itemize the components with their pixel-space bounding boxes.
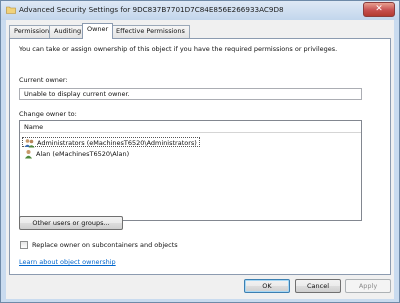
tab-auditing[interactable]: Auditing — [49, 25, 87, 38]
learn-about-ownership-link[interactable]: Learn about object ownership — [19, 258, 116, 266]
list-item-label: Administrators (eMachinesT6520\Administr… — [37, 139, 197, 147]
current-owner-field[interactable]: Unable to display current owner. — [19, 88, 362, 100]
group-icon — [24, 139, 35, 148]
change-owner-label: Change owner to: — [19, 110, 77, 118]
other-users-or-groups-button[interactable]: Other users or groups... — [19, 216, 123, 230]
ownership-intro-text: You can take or assign ownership of this… — [19, 45, 338, 53]
list-column-header-name[interactable]: Name — [20, 121, 361, 133]
replace-owner-label-text: Replace owner on subcontainers and objec… — [32, 241, 178, 249]
ok-button[interactable]: OK — [244, 279, 290, 293]
list-item-label: Alan (eMachinesT6520\Alan) — [36, 150, 130, 158]
close-icon: ✕ — [375, 4, 383, 14]
current-owner-label: Current owner: — [19, 76, 68, 84]
close-button[interactable]: ✕ — [363, 2, 395, 17]
user-icon — [25, 150, 32, 159]
tab-effective-permissions[interactable]: Effective Permissions — [111, 25, 190, 38]
window-title: Advanced Security Settings for 9DC837B77… — [19, 5, 284, 14]
folder-icon — [6, 6, 16, 14]
tab-owner[interactable]: Owner — [82, 23, 114, 39]
replace-owner-checkbox[interactable] — [20, 241, 28, 249]
apply-button[interactable]: Apply — [345, 279, 391, 293]
dialog-client-area: Permissions Auditing Owner Effective Per… — [6, 20, 394, 299]
change-owner-list[interactable]: Name Administrators (eMachinesT6520\Admi… — [19, 120, 362, 221]
list-item-administrators[interactable]: Administrators (eMachinesT6520\Administr… — [22, 137, 200, 148]
replace-owner-label[interactable]: Replace owner on subcontainers and objec… — [32, 241, 178, 249]
list-item-alan[interactable]: Alan (eMachinesT6520\Alan) — [22, 149, 129, 159]
cancel-button[interactable]: Cancel — [295, 279, 341, 293]
advanced-security-settings-window: Advanced Security Settings for 9DC837B77… — [0, 0, 400, 303]
title-bar[interactable]: Advanced Security Settings for 9DC837B77… — [1, 1, 399, 20]
